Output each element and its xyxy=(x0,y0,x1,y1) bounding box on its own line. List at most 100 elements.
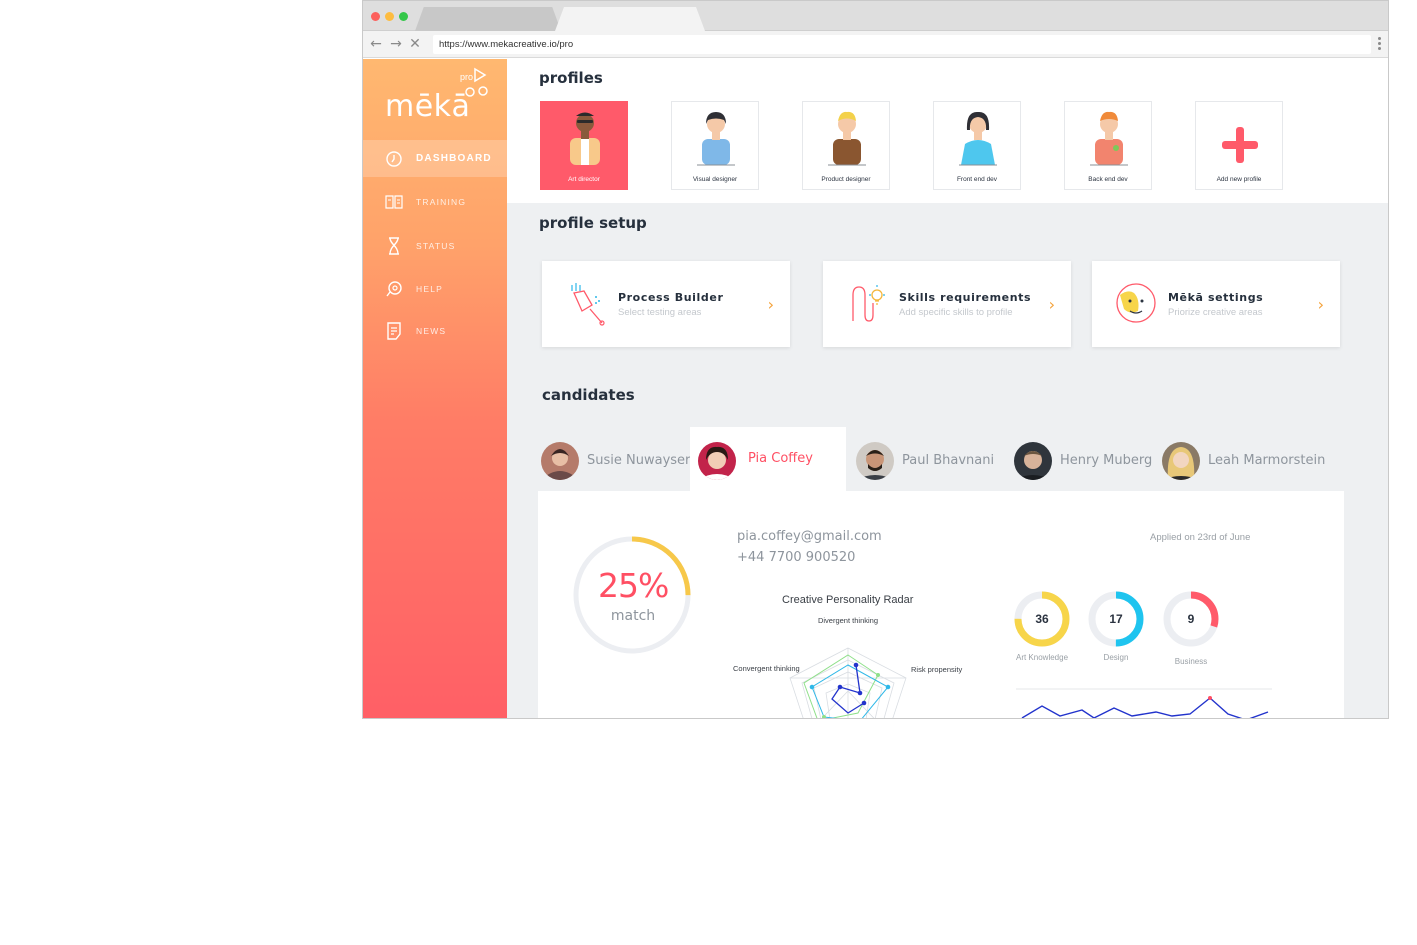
dashboard-icon xyxy=(386,150,402,167)
radar-axis-label: Risk propensity xyxy=(911,665,963,674)
sidebar-item-status[interactable]: STATUS xyxy=(363,227,507,264)
browser-window: ← → ✕ https://www.mekacreative.io/pro mē… xyxy=(362,0,1389,719)
sidebar-item-news[interactable]: NEWS xyxy=(363,312,507,349)
avatar xyxy=(1014,442,1052,480)
sidebar-item-dashboard[interactable]: DASHBOARD xyxy=(363,140,507,177)
card-title: Skills requirements xyxy=(899,291,1032,304)
candidate-phone: +44 7700 900520 xyxy=(737,550,856,565)
sidebar-item-label: DASHBOARD xyxy=(416,153,492,164)
product-designer-avatar xyxy=(828,111,866,166)
profile-label: Art director xyxy=(568,176,600,183)
profile-card-back-end-dev[interactable]: Back end dev xyxy=(1064,101,1152,190)
candidate-name: Henry Muberg xyxy=(1060,453,1153,468)
chevron-right-icon: › xyxy=(1317,295,1324,314)
settings-face-icon xyxy=(1116,283,1156,323)
radar-axis-label: Convergent thinking xyxy=(733,664,800,673)
avatar xyxy=(541,442,579,480)
candidate-tab-henry-muberg[interactable]: Henry Muberg xyxy=(1010,427,1160,491)
art-director-avatar xyxy=(570,112,600,165)
back-end-dev-avatar xyxy=(1090,111,1128,166)
activity-line-chart xyxy=(1016,688,1272,718)
candidate-tab-susie-nuwayser[interactable]: Susie Nuwayser xyxy=(537,427,691,491)
candidate-email[interactable]: pia.coffey@gmail.com xyxy=(737,529,882,544)
score-donut-art-knowledge: 36 Art Knowledge xyxy=(1014,591,1070,662)
add-new-profile-button[interactable]: Add new profile xyxy=(1195,101,1283,190)
candidate-name: Leah Marmorstein xyxy=(1208,453,1326,468)
close-window-button[interactable] xyxy=(371,12,380,21)
minimize-window-button[interactable] xyxy=(385,12,394,21)
maximize-window-button[interactable] xyxy=(399,12,408,21)
sidebar-item-help[interactable]: HELP xyxy=(363,270,507,307)
candidate-name: Paul Bhavnani xyxy=(902,453,995,468)
meka-settings-card[interactable]: Mēkā settings Priorize creative areas › xyxy=(1092,261,1340,347)
applied-date: Applied on 23rd of June xyxy=(1150,532,1251,543)
sidebar-item-label: TRAINING xyxy=(416,196,467,207)
candidates-title: candidates xyxy=(542,386,635,404)
candidate-tab-pia-coffey[interactable]: Pia Coffey xyxy=(690,427,846,491)
score-value: 17 xyxy=(1109,612,1123,626)
chevron-right-icon: › xyxy=(767,295,774,314)
avatar xyxy=(856,442,894,480)
profile-card-art-director[interactable]: Art director xyxy=(540,101,628,190)
card-subtitle: Add specific skills to profile xyxy=(899,307,1013,318)
match-label: match xyxy=(610,608,656,624)
score-value: 36 xyxy=(1035,612,1049,626)
sidebar-item-label: STATUS xyxy=(416,240,456,251)
profile-label: Product designer xyxy=(821,176,871,183)
candidate-name: Susie Nuwayser xyxy=(587,453,691,468)
creative-personality-radar: Divergent thinking Risk propensity Conve… xyxy=(733,616,963,718)
app-logo[interactable]: mēkā xyxy=(385,89,470,124)
sidebar-item-training[interactable]: TRAINING xyxy=(363,183,507,220)
profiles-section: profiles Art director Visual designer Pr… xyxy=(507,59,1388,203)
candidate-name: Pia Coffey xyxy=(748,451,813,466)
candidate-tab-paul-bhavnani[interactable]: Paul Bhavnani xyxy=(852,427,1002,491)
card-title: Process Builder xyxy=(618,291,724,304)
sidebar-item-label: HELP xyxy=(416,283,444,294)
match-percentage: 25% xyxy=(598,566,669,605)
chevron-right-icon: › xyxy=(1048,295,1055,314)
browser-tab-active[interactable] xyxy=(555,7,705,31)
plus-icon xyxy=(1222,127,1258,163)
front-end-dev-avatar xyxy=(959,111,997,166)
sidebar-item-label: NEWS xyxy=(416,325,447,336)
score-donut-business: 9 Business xyxy=(1163,591,1219,666)
radar-axis-label: Divergent thinking xyxy=(818,616,878,625)
card-title: Mēkā settings xyxy=(1168,291,1264,304)
avatar xyxy=(698,442,736,480)
profile-label: Visual designer xyxy=(692,176,738,183)
help-icon xyxy=(386,280,402,296)
browser-tab-inactive[interactable] xyxy=(415,7,561,31)
skills-requirements-card[interactable]: Skills requirements Add specific skills … xyxy=(823,261,1071,347)
profile-label: Back end dev xyxy=(1088,176,1128,183)
card-subtitle: Priorize creative areas xyxy=(1168,307,1263,318)
profile-card-product-designer[interactable]: Product designer xyxy=(802,101,890,190)
stop-loading-icon[interactable]: ✕ xyxy=(407,36,423,52)
score-donut-design: 17 Design xyxy=(1088,591,1144,662)
process-builder-icon xyxy=(571,283,605,326)
profiles-title: profiles xyxy=(539,69,603,87)
candidate-detail-panel: 25% match pia.coffey@gmail.com +44 7700 … xyxy=(538,491,1344,718)
process-builder-card[interactable]: Process Builder Select testing areas › xyxy=(542,261,790,347)
profile-label: Front end dev xyxy=(956,176,998,183)
browser-menu-icon[interactable] xyxy=(1378,37,1382,51)
logo-pro-badge: pro xyxy=(460,72,474,82)
hourglass-icon xyxy=(389,236,399,255)
profile-setup-title: profile setup xyxy=(539,214,647,232)
candidate-tab-leah-marmorstein[interactable]: Leah Marmorstein xyxy=(1158,427,1338,491)
score-value: 9 xyxy=(1187,612,1195,626)
url-input[interactable]: https://www.mekacreative.io/pro xyxy=(433,35,1371,54)
forward-arrow-icon[interactable]: → xyxy=(388,36,404,52)
visual-designer-avatar xyxy=(697,112,735,166)
card-subtitle: Select testing areas xyxy=(618,307,702,318)
back-arrow-icon[interactable]: ← xyxy=(368,36,384,52)
book-icon xyxy=(385,194,403,209)
browser-address-bar: ← → ✕ https://www.mekacreative.io/pro xyxy=(363,31,1388,58)
sidebar: mēkā pro DASHBOARD TRAINING STATUS HELP … xyxy=(363,59,507,718)
profile-card-front-end-dev[interactable]: Front end dev xyxy=(933,101,1021,190)
browser-tab-bar xyxy=(363,1,1388,31)
skills-icon xyxy=(852,285,885,322)
avatar xyxy=(1162,442,1200,480)
profile-card-visual-designer[interactable]: Visual designer xyxy=(671,101,759,190)
main-content: profiles Art director Visual designer Pr… xyxy=(507,59,1388,718)
profile-label: Add new profile xyxy=(1216,176,1262,183)
